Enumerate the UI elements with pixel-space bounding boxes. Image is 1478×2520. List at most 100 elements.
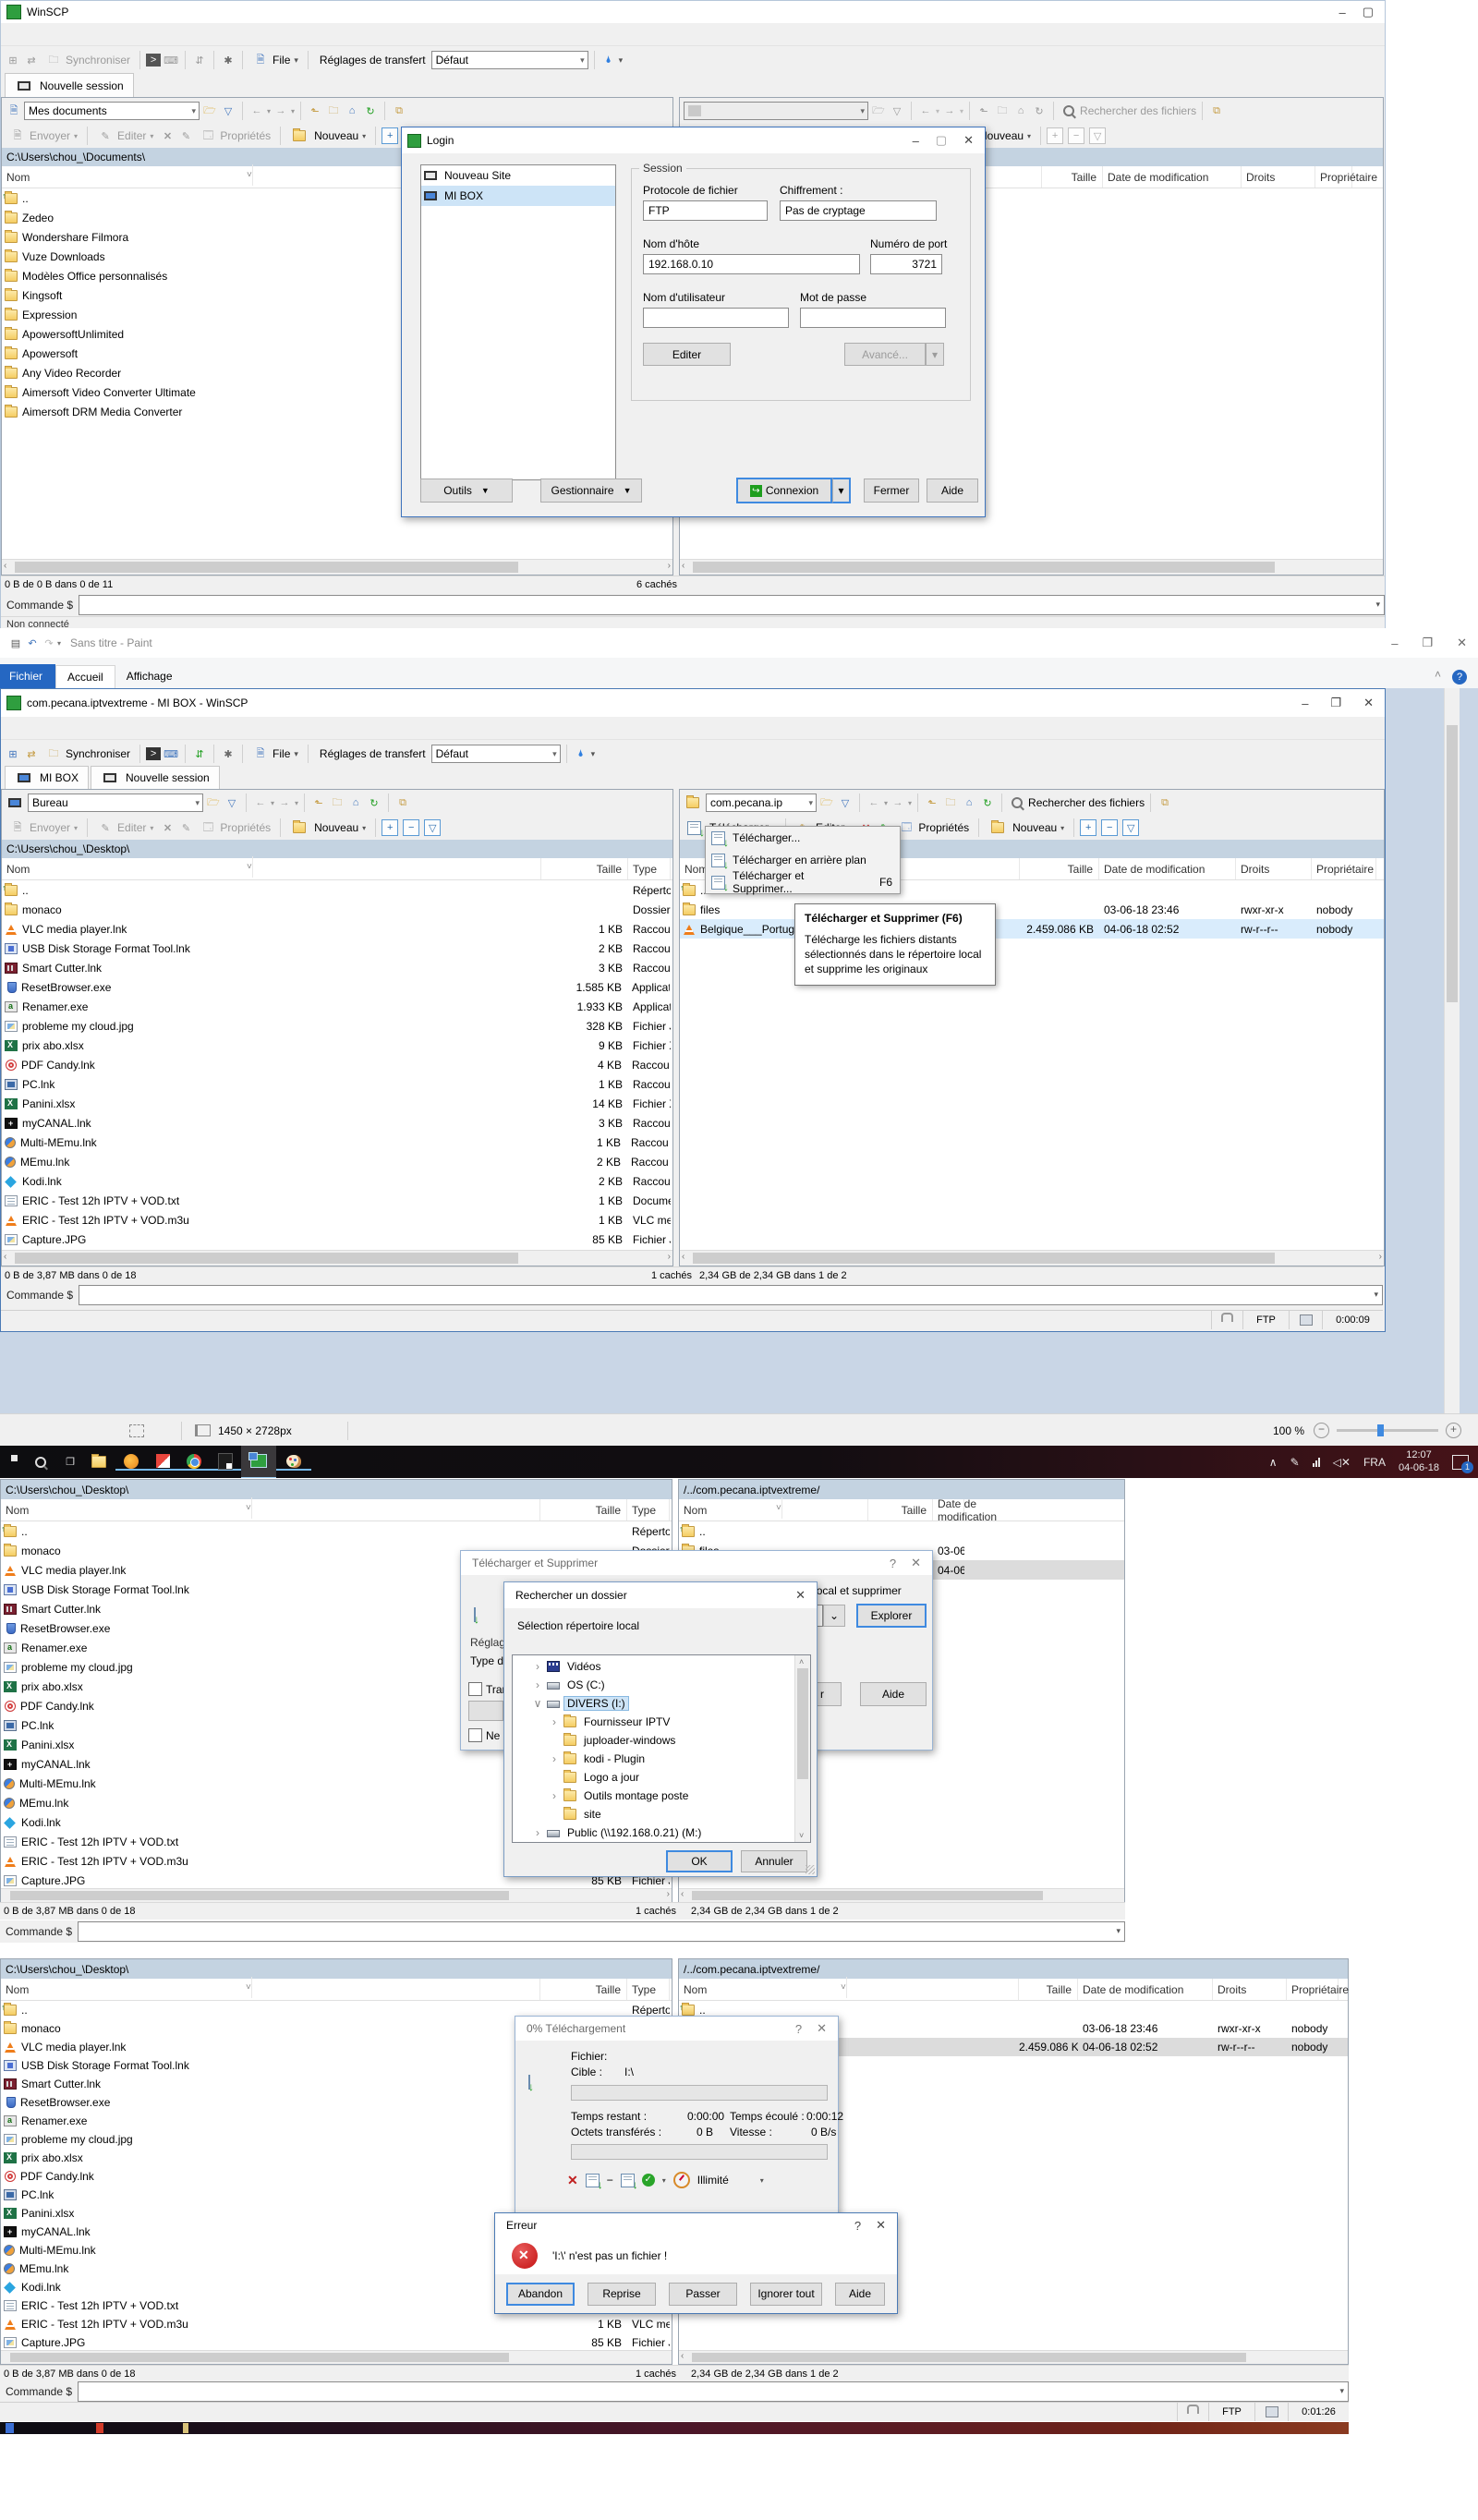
local-hscrollbar[interactable]	[1, 2350, 672, 2364]
tree-row[interactable]: ∨ DIVERS (I:)	[513, 1694, 810, 1713]
port-input[interactable]: 3721	[870, 254, 942, 274]
expander-icon[interactable]: ›	[531, 1660, 544, 1673]
start-button[interactable]	[11, 1455, 25, 1469]
cancel-button[interactable]: Annuler	[741, 1850, 807, 1872]
menu-item[interactable]: Télécharger en arrière plan	[706, 849, 900, 871]
menu-item[interactable]	[8, 725, 21, 731]
filter2-icon[interactable]: ▽	[424, 819, 441, 836]
settings-button-clipped[interactable]	[468, 1701, 503, 1721]
paint-vscrollbar[interactable]	[1444, 688, 1460, 1413]
menu-item[interactable]	[60, 31, 73, 37]
tab-affichage[interactable]: Affichage	[115, 664, 184, 688]
undo-icon[interactable]: ↶	[24, 636, 41, 650]
col-size[interactable]: Taille	[540, 1979, 627, 2000]
file-row[interactable]: Smart Cutter.lnk 3 KB Raccourci	[2, 958, 672, 977]
transfer-settings-combo[interactable]: Défaut▾	[431, 51, 588, 69]
dialog-title-bar[interactable]: Erreur ?✕	[495, 2213, 897, 2237]
file-row[interactable]: ERIC - Test 12h IPTV + VOD.m3u 1 KB VLC …	[2, 1210, 672, 1230]
file-menu-button[interactable]: 🗎File▾	[248, 745, 302, 763]
taskbar-explorer-icon[interactable]	[84, 1455, 115, 1470]
back-icon[interactable]: ←	[248, 103, 265, 118]
tray-clock[interactable]: 12:0704-06-18	[1399, 1449, 1439, 1473]
search-files-label[interactable]: Rechercher des fichiers	[1028, 796, 1145, 809]
col-name[interactable]: Nom	[679, 1979, 1019, 2000]
expander-icon[interactable]: ∨	[531, 1697, 544, 1710]
console-icon[interactable]: >	[146, 747, 161, 760]
forward-icon[interactable]: →	[276, 795, 293, 810]
skip-button[interactable]: Passer	[669, 2283, 737, 2306]
open-dir-icon[interactable]: 🗁	[818, 795, 835, 810]
title-bar[interactable]: WinSCP –▢	[1, 1, 1385, 23]
close-icon[interactable]: ✕	[911, 1556, 921, 1570]
dialog-title-bar[interactable]: Rechercher un dossier ✕	[504, 1582, 817, 1608]
protocol-combo[interactable]: FTP	[643, 200, 768, 221]
col-size[interactable]: Taille	[1042, 166, 1103, 188]
file-menu-button[interactable]: 🗎File▾	[248, 51, 302, 69]
tree-row[interactable]: › Public (\\192.168.0.21) (M:)	[513, 1823, 810, 1842]
maximize-button[interactable]: ▢	[936, 133, 947, 148]
minimize-button[interactable]: –	[1339, 6, 1345, 19]
col-type[interactable]: Type	[628, 858, 671, 879]
close-icon[interactable]: ✕	[795, 1588, 806, 1603]
expand-icon[interactable]: +	[382, 819, 398, 836]
new-session-tab[interactable]: Nouvelle session	[5, 73, 134, 98]
login-title-bar[interactable]: Login –▢✕	[402, 127, 985, 153]
menu-item[interactable]	[21, 31, 34, 37]
minimize-button[interactable]: –	[1302, 697, 1308, 710]
session-tab[interactable]: Nouvelle session	[91, 766, 220, 789]
menu-item[interactable]	[99, 725, 112, 731]
password-input[interactable]	[800, 308, 946, 328]
user-input[interactable]	[643, 308, 789, 328]
minimize-button[interactable]: –	[913, 134, 919, 148]
command-input[interactable]: ▾	[78, 2381, 1349, 2402]
col-owner[interactable]: Propriétaire	[1312, 858, 1376, 879]
minimize-transfer-icon[interactable]: −	[607, 2174, 613, 2187]
world-icon[interactable]: 🌢	[573, 746, 589, 761]
col-owner[interactable]: Propriétaire	[1287, 1979, 1339, 2000]
rename-icon[interactable]: ✎	[177, 128, 194, 143]
local-hscrollbar[interactable]: ‹›	[2, 559, 672, 575]
tree-row[interactable]: › OS (C:)	[513, 1676, 810, 1694]
search-icon[interactable]	[1063, 105, 1074, 116]
tree-row[interactable]: juploader-windows	[513, 1731, 810, 1750]
menu-item[interactable]: Télécharger et Supprimer... F6	[706, 871, 900, 893]
col-rights[interactable]: Droits	[1242, 166, 1315, 188]
close-icon[interactable]: ✕	[817, 2021, 827, 2036]
local-drive-combo[interactable]: Mes documents▾	[24, 102, 200, 120]
col-size[interactable]: Taille	[1020, 858, 1099, 879]
tab-accueil[interactable]: Accueil	[55, 665, 115, 688]
menu-item[interactable]	[8, 31, 21, 37]
rename-icon[interactable]: ✎	[177, 820, 194, 835]
remote-path-bar[interactable]: /../com.pecana.iptvextreme/	[679, 1959, 1348, 1979]
skip-icon[interactable]	[586, 2174, 600, 2187]
tree-row[interactable]: › Outils montage poste	[513, 1787, 810, 1805]
delete-icon[interactable]: ✕	[159, 820, 176, 835]
taskbar-chrome-icon[interactable]	[178, 1454, 210, 1471]
taskbar-notepad-icon[interactable]	[210, 1454, 241, 1471]
send-button[interactable]: 🗎Envoyer▾	[6, 818, 81, 837]
local-path-bar[interactable]: C:\Users\chou_\Desktop\	[1, 1959, 672, 1979]
file-row[interactable]: files 03-06-18 23:46 rwxr-xr-x nobody	[680, 900, 1384, 919]
col-date[interactable]: Date de modification	[933, 1499, 964, 1520]
home-dir-icon[interactable]: ⌂	[347, 795, 364, 810]
menu-item[interactable]	[47, 31, 60, 37]
tools-button[interactable]: Outils▼	[420, 479, 513, 503]
col-date[interactable]: Date de modification	[1099, 858, 1236, 879]
menu-item[interactable]	[86, 31, 99, 37]
title-bar[interactable]: com.pecana.iptvextreme - MI BOX - WinSCP…	[1, 689, 1385, 717]
restore-button[interactable]: ❐	[1330, 696, 1341, 710]
tree-row[interactable]: › Fournisseur IPTV	[513, 1713, 810, 1731]
file-row[interactable]: probleme my cloud.jpg 328 KB Fichier JP(	[2, 1016, 672, 1036]
collapse-icon[interactable]: −	[403, 819, 419, 836]
speed-limit-value[interactable]: Illimité	[697, 2174, 729, 2187]
root-dir-icon[interactable]: 🗀	[325, 103, 342, 118]
transfer-settings-combo[interactable]: Défaut▾	[431, 745, 561, 763]
abort-button[interactable]: Abandon	[506, 2283, 575, 2306]
refresh-icon[interactable]: ↻	[366, 795, 382, 810]
sync-browse-icon[interactable]: ⇄	[23, 53, 40, 67]
host-input[interactable]: 192.168.0.10	[643, 254, 860, 274]
remote-drive-combo[interactable]: com.pecana.ip▾	[706, 794, 817, 812]
expand-icon[interactable]: +	[1080, 819, 1096, 836]
taskbar-app1-icon[interactable]	[115, 1454, 147, 1471]
explorer-button[interactable]: Explorer	[856, 1604, 927, 1628]
